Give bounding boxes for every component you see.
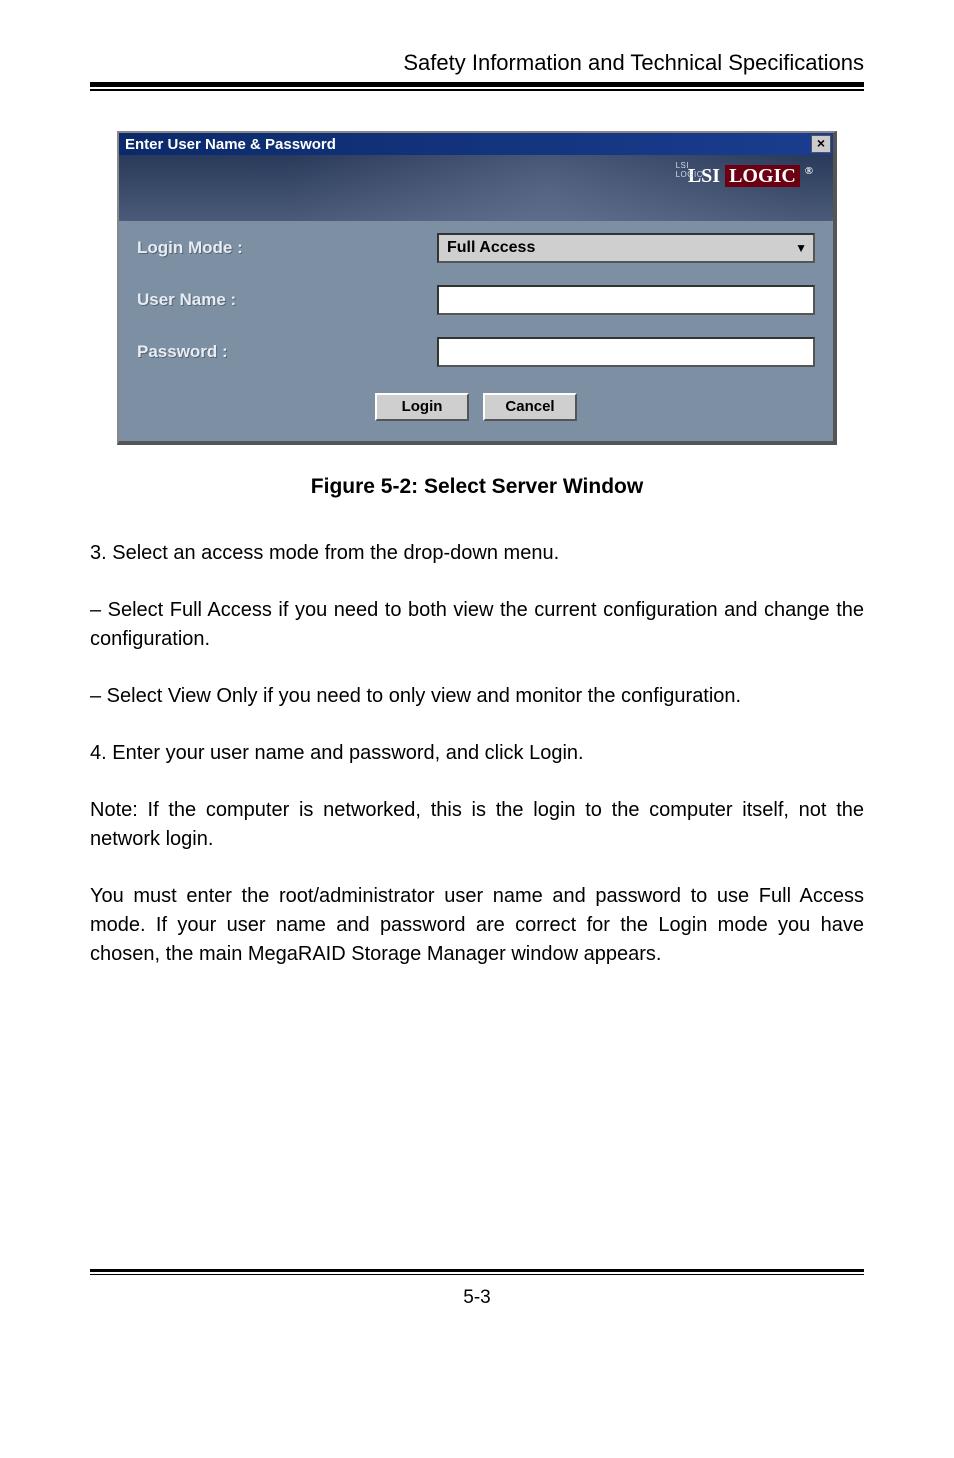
close-button[interactable]: × <box>811 135 831 153</box>
user-name-input[interactable] <box>437 285 815 315</box>
dialog-button-row: Login Cancel <box>137 389 815 431</box>
row-password: Password : <box>137 337 815 367</box>
header-rule <box>90 82 864 91</box>
label-user-name: User Name : <box>137 290 437 310</box>
body-text: 3. Select an access mode from the drop-d… <box>90 539 864 969</box>
login-dialog: Enter User Name & Password × LSI LOGIC L… <box>117 131 837 445</box>
page-header: Safety Information and Technical Specifi… <box>90 50 864 76</box>
row-login-mode: Login Mode : Full Access ▼ <box>137 233 815 263</box>
paragraph: – Select View Only if you need to only v… <box>90 682 864 711</box>
footer-rule <box>90 1269 864 1275</box>
figure-caption: Figure 5-2: Select Server Window <box>90 475 864 499</box>
login-mode-value: Full Access <box>447 239 535 257</box>
brand-reg: ® <box>805 165 813 177</box>
paragraph: You must enter the root/administrator us… <box>90 882 864 969</box>
login-button[interactable]: Login <box>375 393 469 421</box>
paragraph: Note: If the computer is networked, this… <box>90 796 864 854</box>
label-login-mode: Login Mode : <box>137 238 437 258</box>
row-user-name: User Name : <box>137 285 815 315</box>
brand-text-2: LOGIC <box>725 165 800 187</box>
dialog-title: Enter User Name & Password <box>125 136 336 153</box>
paragraph: – Select Full Access if you need to both… <box>90 596 864 654</box>
label-password: Password : <box>137 342 437 362</box>
login-mode-select[interactable]: Full Access ▼ <box>437 233 815 263</box>
brand-small-tag: LSI LOGIC <box>676 161 703 179</box>
paragraph: 4. Enter your user name and password, an… <box>90 739 864 768</box>
cancel-button[interactable]: Cancel <box>483 393 577 421</box>
paragraph: 3. Select an access mode from the drop-d… <box>90 539 864 568</box>
dialog-titlebar: Enter User Name & Password × <box>119 133 833 155</box>
document-page: Safety Information and Technical Specifi… <box>0 0 954 1349</box>
brand-logo: LSI LOGIC LSI LOGIC ® <box>688 165 813 188</box>
form-area: Login Mode : Full Access ▼ User Name : P… <box>119 221 833 441</box>
page-number: 5-3 <box>90 1287 864 1309</box>
close-icon: × <box>817 135 825 151</box>
chevron-down-icon: ▼ <box>795 241 807 255</box>
password-input[interactable] <box>437 337 815 367</box>
dialog-banner: LSI LOGIC LSI LOGIC ® <box>119 155 833 221</box>
